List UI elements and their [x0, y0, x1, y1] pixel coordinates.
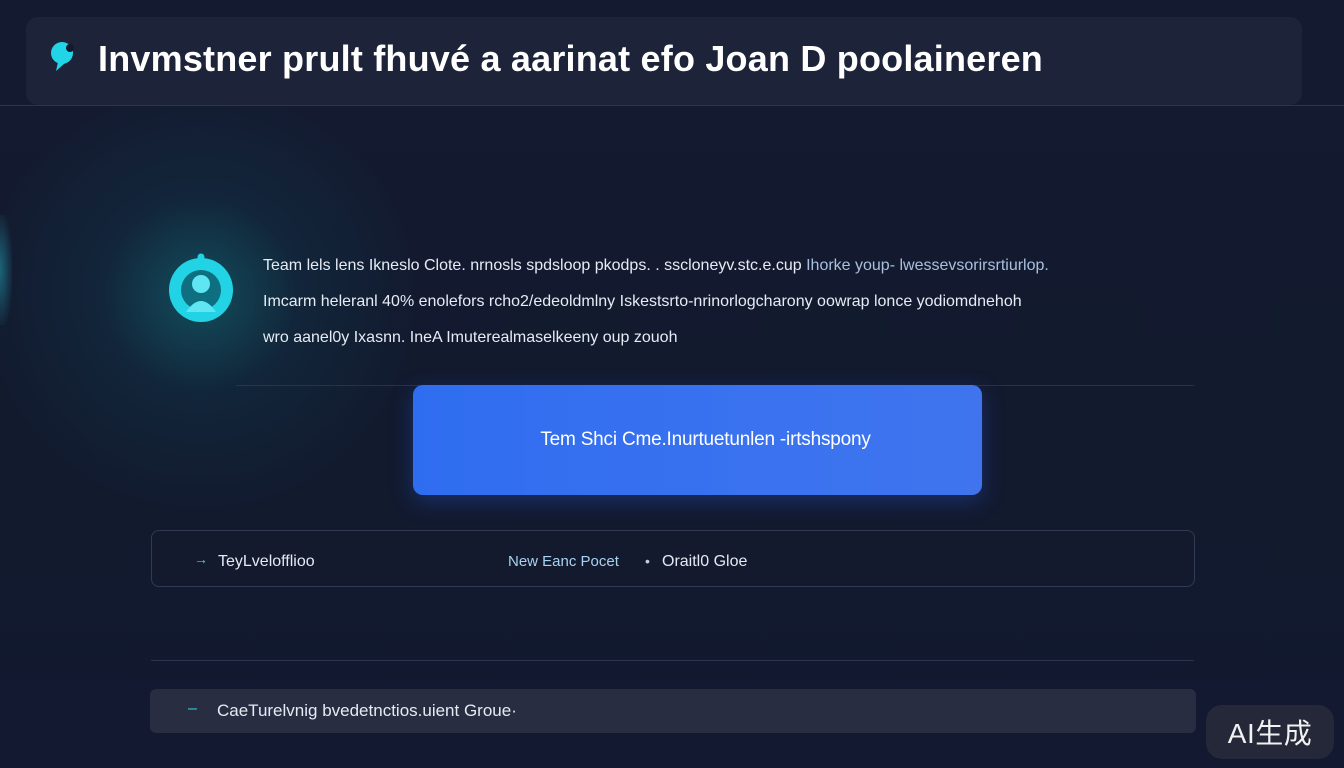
user-bell-icon: [166, 252, 236, 326]
arrow-right-icon: →: [194, 551, 208, 567]
page-background: [0, 0, 1344, 768]
info-row-separator: •: [645, 553, 650, 569]
info-row[interactable]: → TeyLvelofflioo New Eanc Pocet • Oraitl…: [151, 530, 1195, 587]
watermark-text: AI生成: [1227, 718, 1313, 749]
info-row-meta: New Eanc Pocet: [508, 553, 619, 570]
description-line-2: Imcarm heleranl 40% enolefors rcho2/edeo…: [263, 293, 1022, 310]
page-title: Invmstner prult fhuvé a aarinat efo Joan…: [98, 38, 1043, 79]
header-divider: [0, 105, 1344, 106]
primary-action-label: Tem Shci Cme.Inurtuetunlen -irtshspony: [540, 429, 871, 450]
left-edge-glow: [0, 215, 12, 325]
ai-generated-watermark: AI生成: [1206, 705, 1334, 759]
feature-description: Team lels lens Ikneslo Clote. nrnosls sp…: [263, 248, 1203, 356]
description-line-1-main: Team lels lens Ikneslo Clote. nrnosls sp…: [263, 257, 802, 274]
chat-bubble-icon: [48, 40, 80, 74]
info-row-label: TeyLvelofflioo: [218, 553, 315, 570]
primary-action-button[interactable]: Tem Shci Cme.Inurtuetunlen -irtshspony: [413, 385, 982, 495]
dash-icon: –: [188, 700, 197, 717]
description-line-1: Team lels lens Ikneslo Clote. nrnosls sp…: [263, 248, 1203, 284]
description-line-1-muted: Ihorke youp- lwessevsorirsrtiurlop.: [806, 257, 1049, 274]
info-row-value: Oraitl0 Gloe: [662, 553, 748, 570]
content-divider: [151, 660, 1194, 661]
description-line-3: wro aanel0y Ixasnn. IneA Imuterealmaselk…: [263, 329, 678, 346]
bottom-list-item-label: CaeTurelvnig bvedetnctios.uient Groue·: [217, 701, 517, 720]
bottom-list-item[interactable]: – CaeTurelvnig bvedetnctios.uient Groue·: [150, 689, 1196, 733]
